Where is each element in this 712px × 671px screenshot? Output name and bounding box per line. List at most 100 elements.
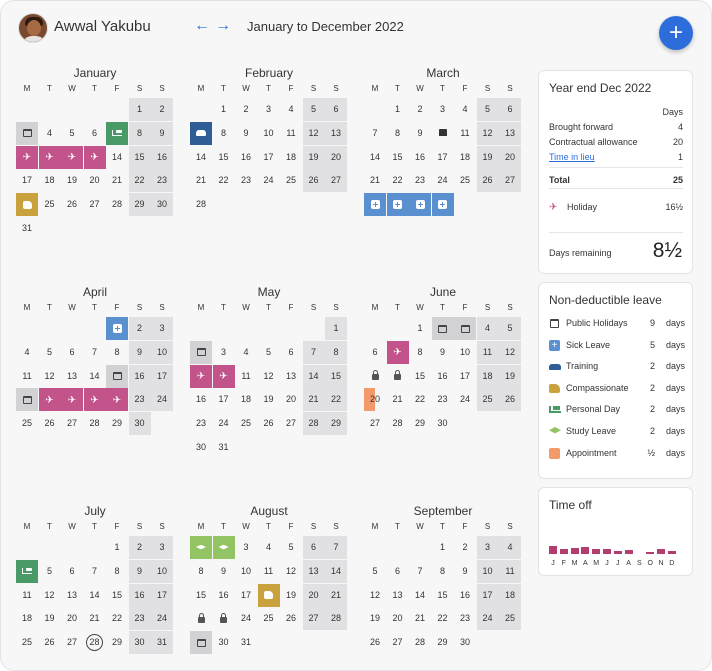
- day-cell[interactable]: 29: [409, 412, 431, 435]
- day-cell[interactable]: 15: [432, 584, 454, 607]
- day-cell[interactable]: 4: [280, 98, 302, 121]
- day-cell[interactable]: 14: [302, 364, 325, 388]
- day-cell[interactable]: 6: [364, 341, 386, 364]
- day-cell[interactable]: 10: [151, 559, 173, 583]
- day-cell[interactable]: 21: [84, 607, 106, 630]
- day-cell[interactable]: 7: [364, 122, 386, 145]
- day-cell[interactable]: [16, 193, 38, 217]
- day-cell[interactable]: 30: [128, 631, 151, 655]
- day-cell[interactable]: 14: [106, 146, 128, 169]
- day-cell[interactable]: 4: [39, 122, 61, 145]
- time-off-bar[interactable]: [592, 549, 601, 554]
- day-cell[interactable]: 9: [409, 122, 431, 145]
- day-cell[interactable]: 29: [106, 412, 128, 435]
- day-cell[interactable]: 27: [280, 412, 302, 435]
- day-cell[interactable]: 26: [39, 412, 61, 435]
- time-off-bar[interactable]: [570, 548, 579, 554]
- day-cell[interactable]: 20: [61, 607, 83, 630]
- day-cell[interactable]: 28: [302, 412, 325, 436]
- day-cell[interactable]: 31: [151, 631, 173, 655]
- day-cell[interactable]: ✈: [61, 388, 83, 412]
- time-off-bar[interactable]: [581, 546, 590, 554]
- day-cell[interactable]: 20: [499, 145, 521, 169]
- day-cell[interactable]: 14: [84, 584, 106, 607]
- day-cell[interactable]: 20: [302, 583, 325, 607]
- day-cell[interactable]: 17: [16, 169, 38, 192]
- day-cell[interactable]: 5: [302, 98, 325, 121]
- day-cell[interactable]: 15: [325, 364, 347, 388]
- day-cell[interactable]: 27: [302, 607, 325, 631]
- day-cell[interactable]: 13: [302, 559, 325, 583]
- day-cell[interactable]: 2: [128, 317, 151, 340]
- day-cell[interactable]: 5: [39, 560, 61, 583]
- day-cell[interactable]: 13: [280, 365, 302, 388]
- day-cell[interactable]: 7: [84, 341, 106, 364]
- day-cell[interactable]: 25: [235, 412, 257, 435]
- time-in-lieu-link[interactable]: Time in lieu: [549, 152, 595, 162]
- day-cell[interactable]: 11: [476, 340, 499, 364]
- day-cell[interactable]: [409, 193, 431, 217]
- day-cell[interactable]: [190, 607, 212, 630]
- day-cell[interactable]: 9: [235, 122, 257, 145]
- day-cell[interactable]: 10: [258, 122, 280, 145]
- day-cell[interactable]: [16, 121, 38, 145]
- day-cell[interactable]: 7: [325, 536, 347, 559]
- day-cell[interactable]: 9: [128, 559, 151, 583]
- day-cell[interactable]: [257, 583, 280, 607]
- day-cell[interactable]: [16, 388, 38, 412]
- day-cell[interactable]: [190, 340, 212, 364]
- day-cell[interactable]: 17: [476, 583, 499, 607]
- time-off-bar[interactable]: [559, 549, 568, 554]
- day-cell[interactable]: 3: [235, 536, 257, 559]
- day-cell[interactable]: 27: [61, 412, 83, 435]
- day-cell[interactable]: 12: [499, 340, 521, 364]
- day-cell[interactable]: 31: [16, 217, 38, 240]
- day-cell[interactable]: [431, 193, 454, 217]
- day-cell[interactable]: [364, 193, 386, 217]
- day-cell[interactable]: 3: [432, 98, 454, 121]
- day-cell[interactable]: 21: [364, 169, 386, 192]
- day-cell[interactable]: 19: [476, 145, 499, 169]
- day-cell[interactable]: 9: [454, 560, 476, 583]
- day-cell[interactable]: 12: [280, 560, 302, 583]
- day-cell[interactable]: 21: [106, 169, 128, 192]
- day-cell[interactable]: ✈: [212, 364, 235, 388]
- day-cell[interactable]: 8: [190, 560, 212, 583]
- day-cell[interactable]: 11: [16, 584, 38, 607]
- day-cell[interactable]: 17: [151, 364, 173, 388]
- day-cell[interactable]: 25: [499, 607, 521, 631]
- day-cell[interactable]: 30: [151, 193, 173, 217]
- day-cell[interactable]: 24: [151, 388, 173, 412]
- day-cell[interactable]: 23: [432, 388, 454, 411]
- day-cell[interactable]: 1: [387, 98, 409, 121]
- day-cell[interactable]: 17: [258, 146, 280, 169]
- day-cell[interactable]: 9: [432, 341, 454, 364]
- day-cell[interactable]: 10: [454, 341, 476, 364]
- day-cell[interactable]: 23: [409, 169, 431, 192]
- day-cell[interactable]: 5: [364, 560, 386, 583]
- day-cell[interactable]: 10: [476, 559, 499, 583]
- day-cell[interactable]: 12: [39, 365, 61, 388]
- day-cell[interactable]: 23: [128, 607, 151, 631]
- day-cell[interactable]: 22: [325, 388, 347, 412]
- day-cell[interactable]: [106, 364, 128, 388]
- day-cell[interactable]: ✈: [38, 388, 61, 412]
- day-cell[interactable]: [454, 317, 476, 340]
- day-cell[interactable]: 18: [499, 583, 521, 607]
- prev-arrow-icon[interactable]: ←: [194, 18, 210, 34]
- day-cell[interactable]: 28: [409, 631, 431, 654]
- day-cell[interactable]: 5: [258, 341, 280, 364]
- day-cell[interactable]: 25: [454, 169, 476, 192]
- day-cell[interactable]: 14: [190, 146, 212, 169]
- day-cell[interactable]: 5: [499, 317, 521, 340]
- day-cell[interactable]: 18: [454, 146, 476, 169]
- day-cell[interactable]: 3: [213, 341, 235, 364]
- day-cell[interactable]: 27: [499, 169, 521, 193]
- day-cell[interactable]: 9: [151, 121, 173, 145]
- day-cell[interactable]: 8: [106, 341, 128, 364]
- day-cell[interactable]: 14: [364, 146, 386, 169]
- day-cell[interactable]: 17: [235, 584, 257, 607]
- day-cell[interactable]: 8: [409, 341, 431, 364]
- day-cell[interactable]: 8: [128, 121, 151, 145]
- day-cell[interactable]: ✈: [61, 145, 83, 169]
